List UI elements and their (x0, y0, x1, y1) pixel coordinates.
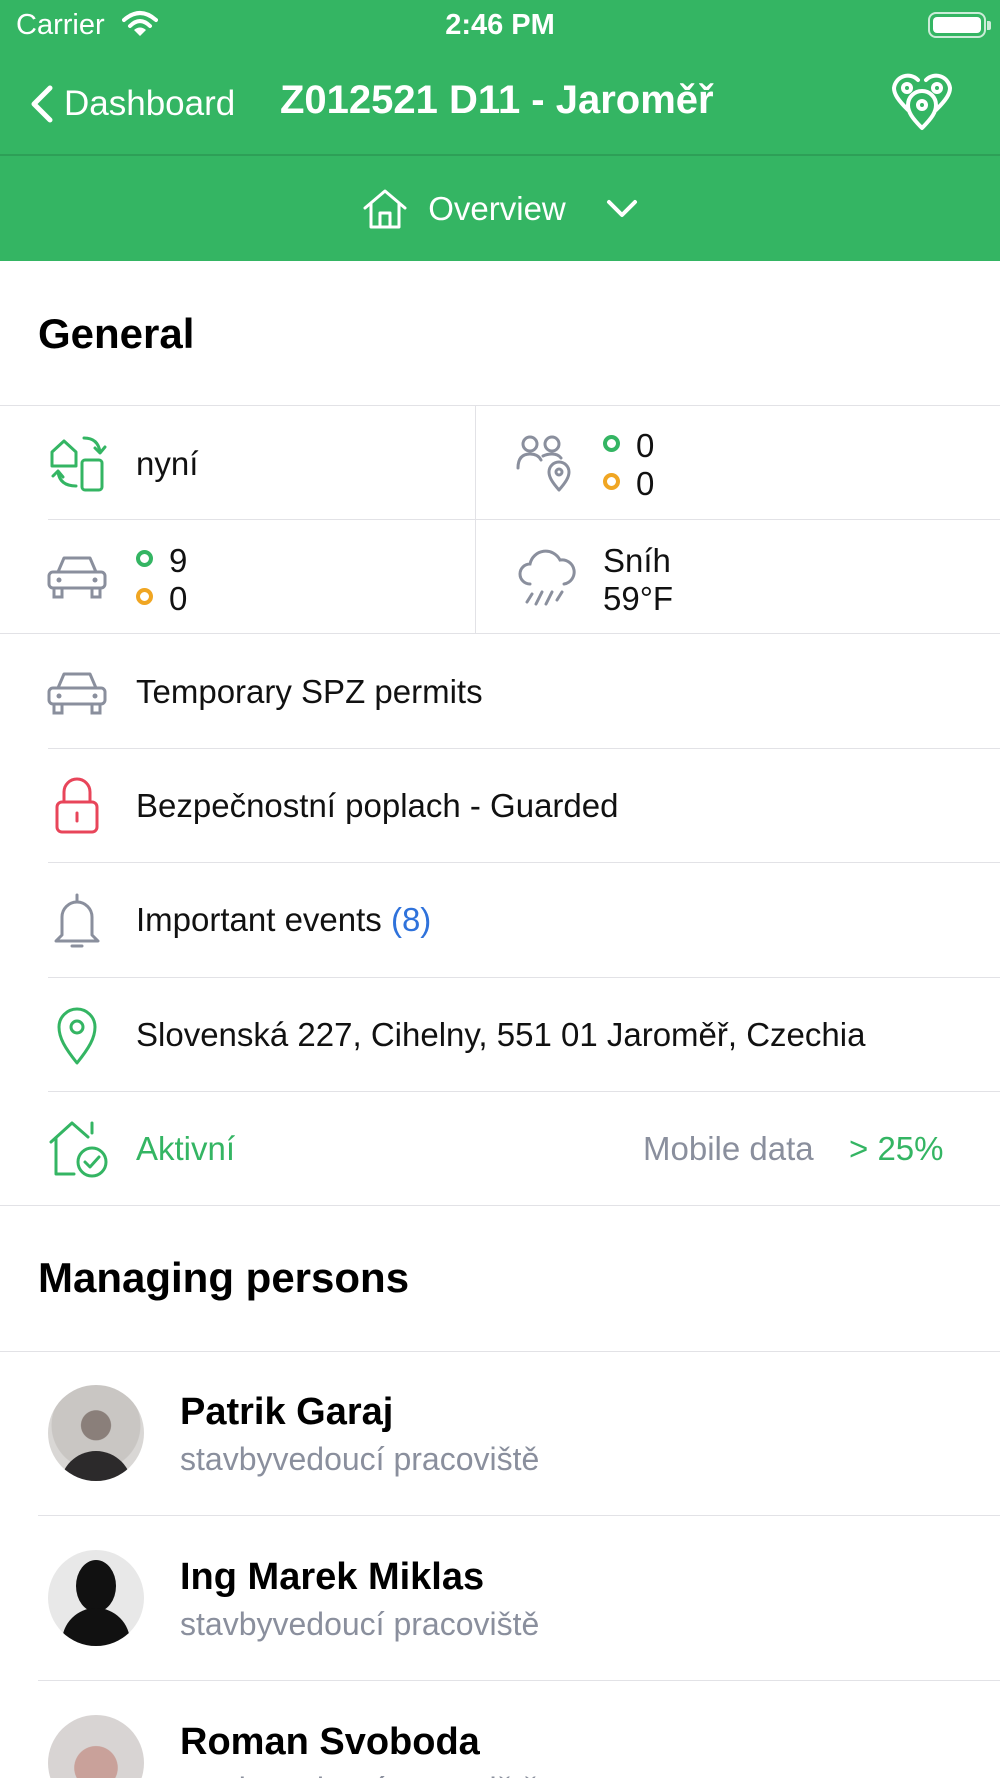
bell-icon (54, 893, 100, 948)
person-role: stavbyvedoucí pracoviště (180, 1441, 540, 1477)
battery-icon (928, 12, 991, 38)
lock-icon (55, 777, 99, 834)
snow-cloud-icon (518, 549, 576, 606)
divider (38, 1680, 1000, 1681)
home-check-icon (49, 1121, 108, 1178)
people-present-count: 0 (636, 427, 655, 464)
divider (0, 1351, 1000, 1352)
present-status-dot (136, 550, 153, 567)
person-role: stavbyvedoucí pracoviště (180, 1606, 540, 1642)
car-icon (47, 556, 107, 599)
back-button-label: Dashboard (64, 84, 236, 123)
connection-type-label: Mobile data (643, 1130, 814, 1167)
status-time: 2:46 PM (445, 9, 555, 41)
person-role: stavbyvedoucí pracoviště (180, 1771, 539, 1778)
vehicles-present-count: 9 (169, 542, 188, 579)
people-location-icon (516, 435, 571, 492)
divider (48, 1091, 1000, 1092)
avatar (48, 1715, 144, 1778)
weather-temperature: 59°F (603, 580, 674, 617)
back-button[interactable]: Dashboard (28, 80, 235, 128)
weather-condition: Sníh (603, 542, 671, 579)
avatar (48, 1550, 144, 1646)
divider (0, 405, 1000, 406)
divider (48, 748, 1000, 749)
pending-status-dot (603, 473, 620, 490)
person-name: Roman Svoboda (180, 1721, 480, 1763)
device-sync-icon (50, 436, 107, 492)
general-section-title: General (38, 310, 195, 357)
present-status-dot (603, 435, 620, 452)
device-status-label: Aktivní (136, 1130, 236, 1167)
app-header: Carrier 2:46 PM Dashboard Z012521 D11 - … (0, 0, 1000, 261)
divider (0, 1205, 1000, 1206)
managing-persons-title: Managing persons (38, 1254, 410, 1301)
site-address: Slovenská 227, Cihelny, 551 01 Jaroměř, … (136, 1016, 866, 1053)
divider (48, 519, 1000, 520)
section-selector[interactable]: Overview (0, 156, 1000, 261)
page-title: Z012521 D11 - Jaroměř (280, 78, 714, 122)
sync-status-text: nyní (136, 445, 199, 482)
temp-permits-label: Temporary SPZ permits (136, 673, 483, 710)
avatar (48, 1385, 144, 1481)
vehicles-pending-count: 0 (169, 580, 188, 617)
divider (48, 862, 1000, 863)
events-label-text: Important events (136, 901, 382, 938)
divider (0, 633, 1000, 634)
section-selector-label: Overview (428, 189, 566, 227)
divider (48, 977, 1000, 978)
pending-status-dot (136, 588, 153, 605)
status-bar: Carrier 2:46 PM (0, 0, 1000, 52)
divider (38, 1515, 1000, 1516)
chevron-down-icon (606, 199, 637, 217)
events-count-badge: (8) (390, 901, 432, 938)
chevron-left-icon (31, 85, 53, 123)
car-icon (47, 672, 107, 715)
signal-strength-value: > 25% (849, 1130, 944, 1167)
people-pending-count: 0 (636, 465, 655, 502)
map-pins-icon[interactable] (890, 72, 954, 132)
navigation-bar: Dashboard Z012521 D11 - Jaroměř (0, 52, 1000, 154)
home-icon (363, 189, 407, 228)
person-name: Patrik Garaj (180, 1391, 394, 1433)
person-name: Ing Marek Miklas (180, 1556, 485, 1598)
security-status-label: Bezpečnostní poplach - Guarded (136, 787, 619, 824)
location-pin-icon (57, 1007, 97, 1065)
important-events-label: Important events (8) (136, 901, 431, 939)
